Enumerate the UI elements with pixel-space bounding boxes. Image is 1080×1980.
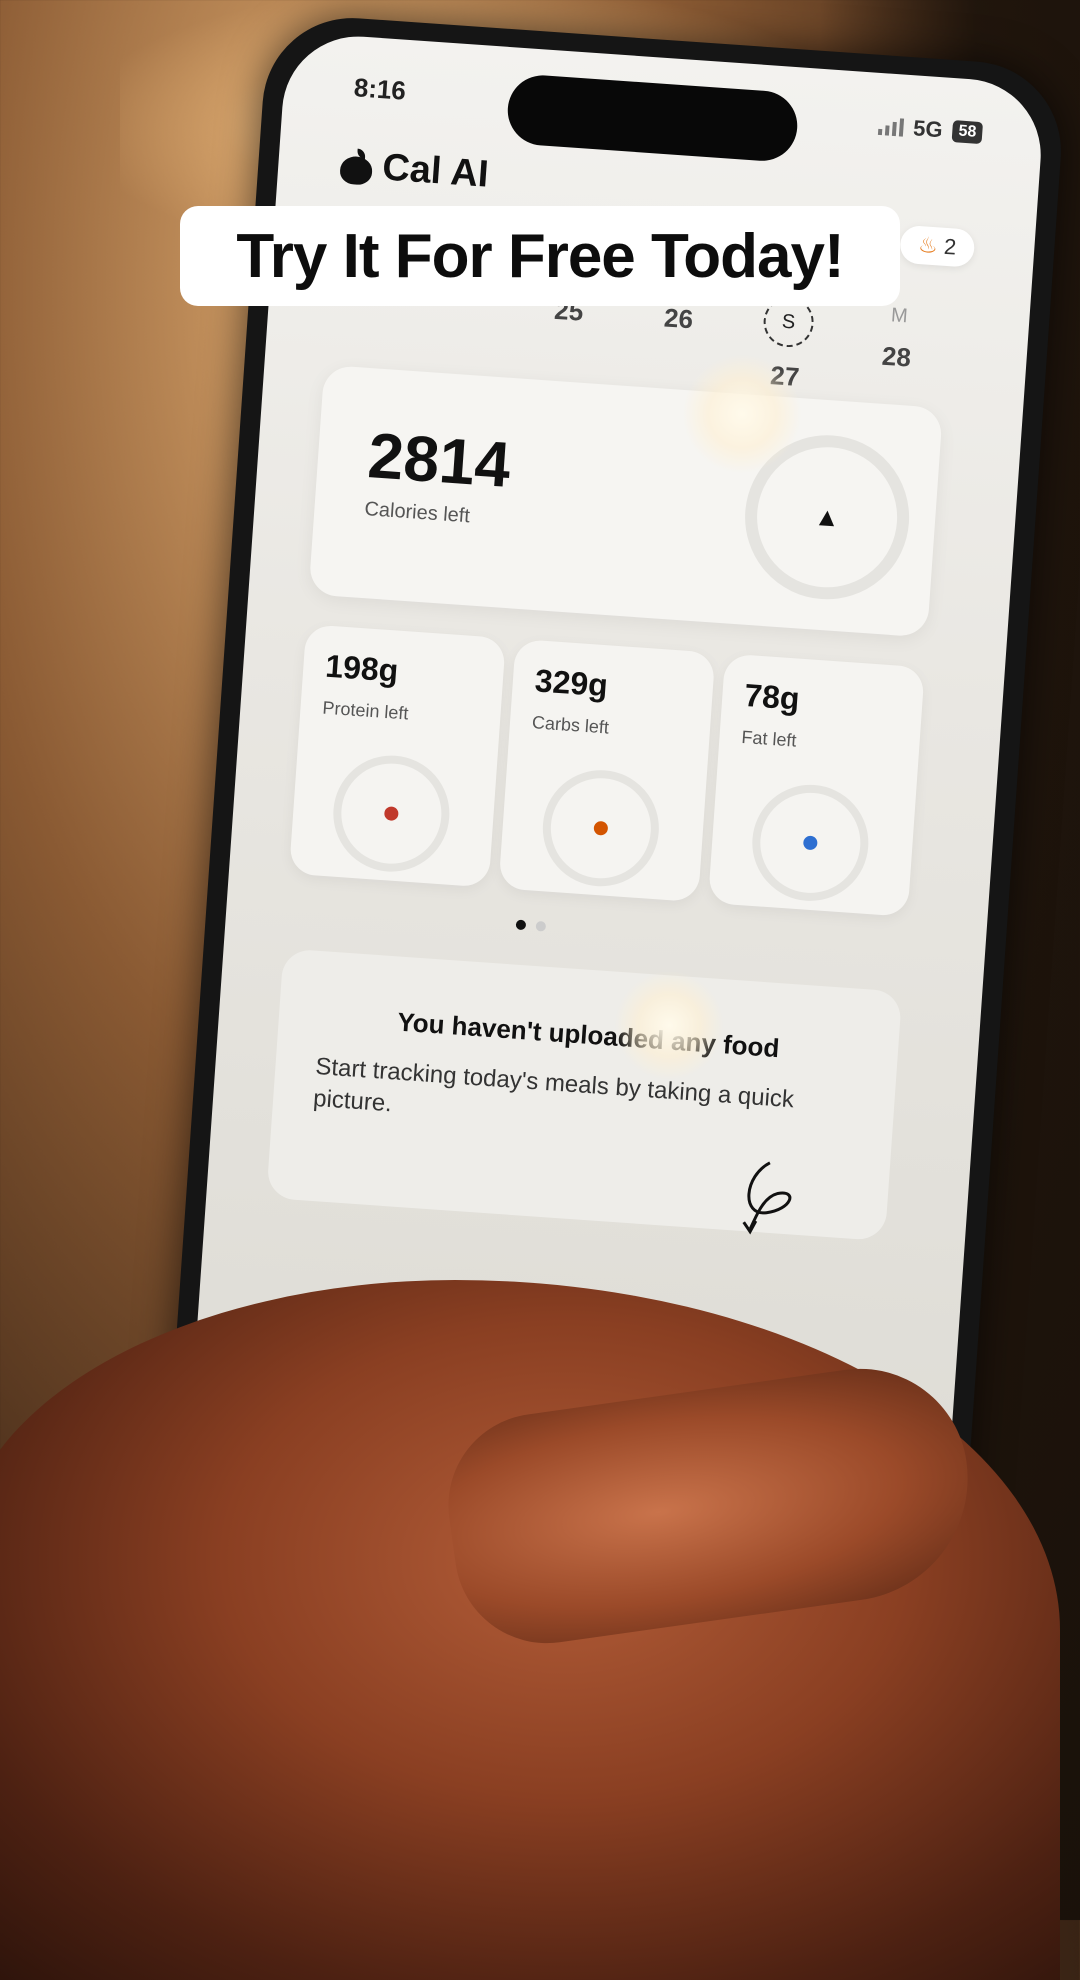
carbs-value: 329g: [533, 662, 610, 704]
fat-card[interactable]: 78g Fat left: [707, 653, 925, 917]
protein-value: 198g: [324, 647, 400, 689]
wheat-icon: [593, 820, 609, 836]
network-label: 5G: [912, 115, 944, 143]
day-item[interactable]: M 28: [865, 303, 930, 375]
signal-icon: [877, 117, 904, 137]
dynamic-island: [505, 73, 800, 164]
carbs-ring: [538, 766, 663, 891]
protein-label: Protein left: [321, 697, 410, 724]
page-indicator[interactable]: [515, 919, 547, 932]
calories-card[interactable]: 2814 Calories left ▲: [308, 364, 943, 638]
apple-logo-icon: [337, 147, 375, 185]
empty-subtitle: Start tracking today's meals by taking a…: [312, 1052, 795, 1118]
promo-caption: Try It For Free Today!: [180, 206, 900, 306]
empty-food-card: You haven't uploaded any food Start trac…: [266, 948, 903, 1242]
droplet-icon: [802, 835, 818, 851]
calories-label: Calories left: [363, 498, 471, 528]
flame-icon: ♨: [917, 231, 939, 259]
drumstick-icon: [383, 806, 399, 822]
streak-count: 2: [943, 233, 958, 260]
status-indicators: 5G 58: [877, 113, 984, 146]
app-title: Cal AI: [380, 146, 490, 196]
protein-ring: [329, 751, 454, 876]
fat-label: Fat left: [740, 726, 798, 751]
carbs-card[interactable]: 329g Carbs left: [498, 638, 716, 903]
app-header: Cal AI: [337, 143, 490, 196]
flame-icon: ▲: [813, 500, 842, 533]
protein-card[interactable]: 198g Protein left: [288, 624, 506, 888]
curly-arrow-icon: [742, 1161, 792, 1235]
status-time: 8:16: [352, 72, 407, 106]
carbs-label: Carbs left: [531, 712, 610, 738]
streak-badge[interactable]: ♨ 2: [898, 224, 976, 268]
page-dot-active: [515, 919, 527, 931]
page-dot: [535, 920, 547, 932]
battery-icon: 58: [951, 120, 984, 145]
fat-value: 78g: [743, 676, 801, 717]
calories-value: 2814: [365, 419, 513, 501]
fat-ring: [748, 780, 873, 905]
